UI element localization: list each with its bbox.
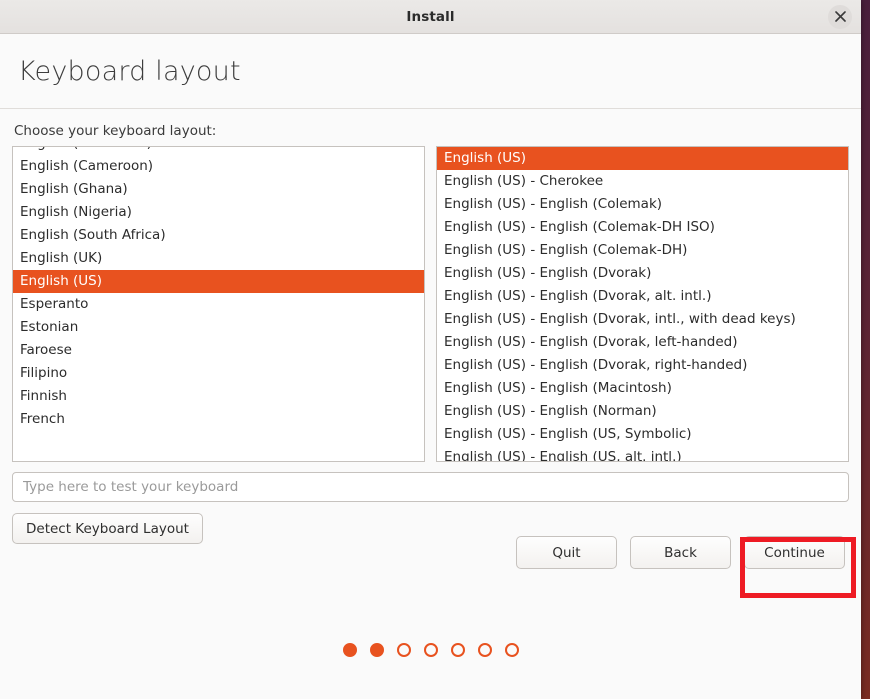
progress-dot[interactable] (342, 643, 357, 657)
progress-dot[interactable] (369, 643, 384, 657)
install-window: Install Keyboard layout Choose your keyb… (0, 0, 861, 699)
list-item[interactable]: English (Nigeria) (13, 201, 424, 224)
list-item[interactable]: English (US) - English (Colemak) (437, 193, 848, 216)
list-item[interactable]: English (US) - English (Dvorak, left-han… (437, 331, 848, 354)
progress-dots (0, 643, 861, 657)
keyboard-layout-list-items: English (Australian)English (Cameroon)En… (13, 147, 424, 431)
list-item[interactable]: English (US) - English (US, Symbolic) (437, 423, 848, 446)
action-buttons: Quit Back Continue (516, 536, 845, 569)
close-icon[interactable] (828, 4, 852, 29)
page-title: Keyboard layout (18, 55, 241, 87)
keyboard-test-input[interactable] (12, 472, 849, 502)
page-header: Keyboard layout (0, 34, 861, 109)
progress-dot[interactable] (477, 643, 492, 657)
back-button[interactable]: Back (630, 536, 731, 569)
progress-dot[interactable] (450, 643, 465, 657)
keyboard-variant-list-items: English (US) English (US) - Cherokee Engli… (437, 147, 848, 461)
list-item[interactable]: English (US) - English (Dvorak) (437, 262, 848, 285)
list-item[interactable]: English (Ghana) (13, 178, 424, 201)
keyboard-variant-list[interactable]: English (US) English (US) - Cherokee Engli… (436, 146, 849, 462)
keyboard-layout-list[interactable]: English (Australian)English (Cameroon)En… (12, 146, 425, 462)
list-item[interactable]: English (US) - English (US, alt. intl.) (437, 446, 848, 461)
list-item[interactable]: English (US) - Cherokee (437, 170, 848, 193)
list-item[interactable]: English (Cameroon) (13, 155, 424, 178)
detect-keyboard-layout-button[interactable]: Detect Keyboard Layout (12, 513, 203, 544)
list-item[interactable]: English (US) - English (Macintosh) (437, 377, 848, 400)
window-titlebar: Install (0, 0, 861, 34)
progress-dot[interactable] (504, 643, 519, 657)
list-item[interactable]: English (US) - English (Dvorak, right-ha… (437, 354, 848, 377)
keyboard-lists-row: English (Australian)English (Cameroon)En… (12, 146, 849, 462)
list-item[interactable]: English (US) (437, 147, 848, 170)
list-item[interactable]: English (UK) (13, 247, 424, 270)
list-item[interactable]: French (13, 408, 424, 431)
continue-button[interactable]: Continue (744, 536, 845, 569)
list-item[interactable]: Filipino (13, 362, 424, 385)
list-item[interactable]: Estonian (13, 316, 424, 339)
list-item[interactable]: English (US) - English (Norman) (437, 400, 848, 423)
progress-dot[interactable] (423, 643, 438, 657)
list-item[interactable]: English (US) - English (Dvorak, alt. int… (437, 285, 848, 308)
list-item[interactable]: English (US) (13, 270, 424, 293)
main-content: Choose your keyboard layout: English (Au… (0, 123, 861, 569)
list-item[interactable]: English (South Africa) (13, 224, 424, 247)
progress-dot[interactable] (396, 643, 411, 657)
list-item[interactable]: English (US) - English (Dvorak, intl., w… (437, 308, 848, 331)
list-item[interactable]: English (US) - English (Colemak-DH ISO) (437, 216, 848, 239)
quit-button[interactable]: Quit (516, 536, 617, 569)
choose-layout-label: Choose your keyboard layout: (14, 123, 217, 139)
window-title: Install (406, 8, 455, 25)
list-item[interactable]: English (US) - English (Colemak-DH) (437, 239, 848, 262)
list-item[interactable]: English (Australian) (13, 147, 424, 155)
list-item[interactable]: Faroese (13, 339, 424, 362)
list-item[interactable]: Esperanto (13, 293, 424, 316)
list-item[interactable]: Finnish (13, 385, 424, 408)
